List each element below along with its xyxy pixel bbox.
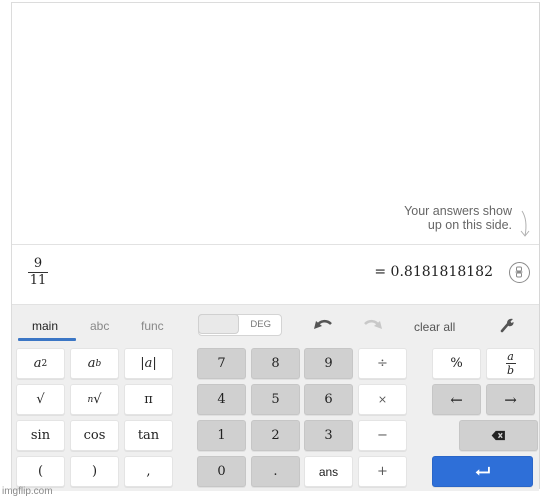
- key-left-arrow[interactable]: ←: [432, 384, 481, 415]
- watermark: imgflip.com: [2, 486, 53, 497]
- tab-main[interactable]: main: [32, 319, 58, 333]
- key-pi[interactable]: π: [124, 384, 173, 415]
- key-square-base: a: [33, 356, 42, 371]
- key-power[interactable]: ab: [70, 348, 119, 379]
- history-hint: Your answers show up on this side.: [404, 204, 512, 232]
- wrench-icon[interactable]: [499, 317, 515, 333]
- backspace-icon: [491, 430, 505, 441]
- key-7[interactable]: 7: [197, 348, 246, 379]
- key-2[interactable]: 2: [251, 420, 300, 451]
- fraction-glyph: a b: [505, 350, 516, 377]
- keypad: main abc func DEG clear all a2 ab |a| 7: [12, 304, 539, 491]
- key-left-paren[interactable]: (: [16, 456, 65, 487]
- history-panel: Your answers show up on this side.: [12, 3, 539, 245]
- expression-row[interactable]: 9 11 = 0.8181818182: [12, 245, 539, 304]
- key-nthroot[interactable]: n √: [70, 384, 119, 415]
- key-cos[interactable]: cos: [70, 420, 119, 451]
- key-divide[interactable]: ÷: [358, 348, 407, 379]
- angle-mode-toggle[interactable]: DEG: [198, 314, 282, 336]
- key-plus[interactable]: +: [358, 456, 407, 487]
- key-right-paren[interactable]: ): [70, 456, 119, 487]
- fraction-denominator: 11: [29, 273, 47, 288]
- format-toggle-button[interactable]: [509, 262, 530, 283]
- key-5[interactable]: 5: [251, 384, 300, 415]
- key-sin[interactable]: sin: [16, 420, 65, 451]
- key-4[interactable]: 4: [197, 384, 246, 415]
- expression-fraction[interactable]: 9 11: [28, 257, 48, 288]
- key-8[interactable]: 8: [251, 348, 300, 379]
- fraction-key-num: a: [507, 350, 514, 363]
- key-0[interactable]: 0: [197, 456, 246, 487]
- key-1[interactable]: 1: [197, 420, 246, 451]
- key-minus[interactable]: −: [358, 420, 407, 451]
- key-enter[interactable]: [432, 456, 533, 487]
- redo-icon[interactable]: [362, 316, 384, 332]
- key-abs[interactable]: |a|: [124, 348, 173, 379]
- tab-abc[interactable]: abc: [90, 319, 109, 333]
- active-tab-indicator: [18, 338, 76, 341]
- key-backspace[interactable]: [459, 420, 538, 451]
- key-right-arrow[interactable]: →: [486, 384, 535, 415]
- key-sqrt[interactable]: √: [16, 384, 65, 415]
- key-decimal[interactable]: .: [251, 456, 300, 487]
- deg-label: DEG: [250, 319, 271, 330]
- key-comma[interactable]: ,: [124, 456, 173, 487]
- hint-line-1: Your answers show: [404, 204, 512, 218]
- key-ans[interactable]: ans: [304, 456, 353, 487]
- key-power-base: a: [87, 356, 96, 371]
- key-multiply[interactable]: ×: [358, 384, 407, 415]
- fraction-numerator: 9: [33, 256, 43, 271]
- key-9[interactable]: 9: [304, 348, 353, 379]
- enter-icon: [475, 466, 490, 476]
- toggle-knob[interactable]: [198, 314, 239, 334]
- nthroot-symbol: √: [93, 392, 102, 407]
- fraction-key-den: b: [506, 364, 515, 377]
- key-power-exp: b: [95, 358, 102, 369]
- clear-all-button[interactable]: clear all: [414, 320, 455, 334]
- hint-line-2: up on this side.: [427, 218, 512, 232]
- key-6[interactable]: 6: [304, 384, 353, 415]
- key-square[interactable]: a2: [16, 348, 65, 379]
- tab-func[interactable]: func: [141, 319, 164, 333]
- key-fraction[interactable]: a b: [486, 348, 535, 379]
- arrow-down-icon: [520, 210, 530, 237]
- fraction-decimal-icon: [515, 266, 523, 278]
- calculator: Your answers show up on this side. 9 11 …: [11, 2, 540, 491]
- key-tan[interactable]: tan: [124, 420, 173, 451]
- undo-icon[interactable]: [312, 316, 334, 332]
- expression-result: = 0.8181818182: [374, 264, 493, 280]
- key-percent[interactable]: %: [432, 348, 481, 379]
- key-3[interactable]: 3: [304, 420, 353, 451]
